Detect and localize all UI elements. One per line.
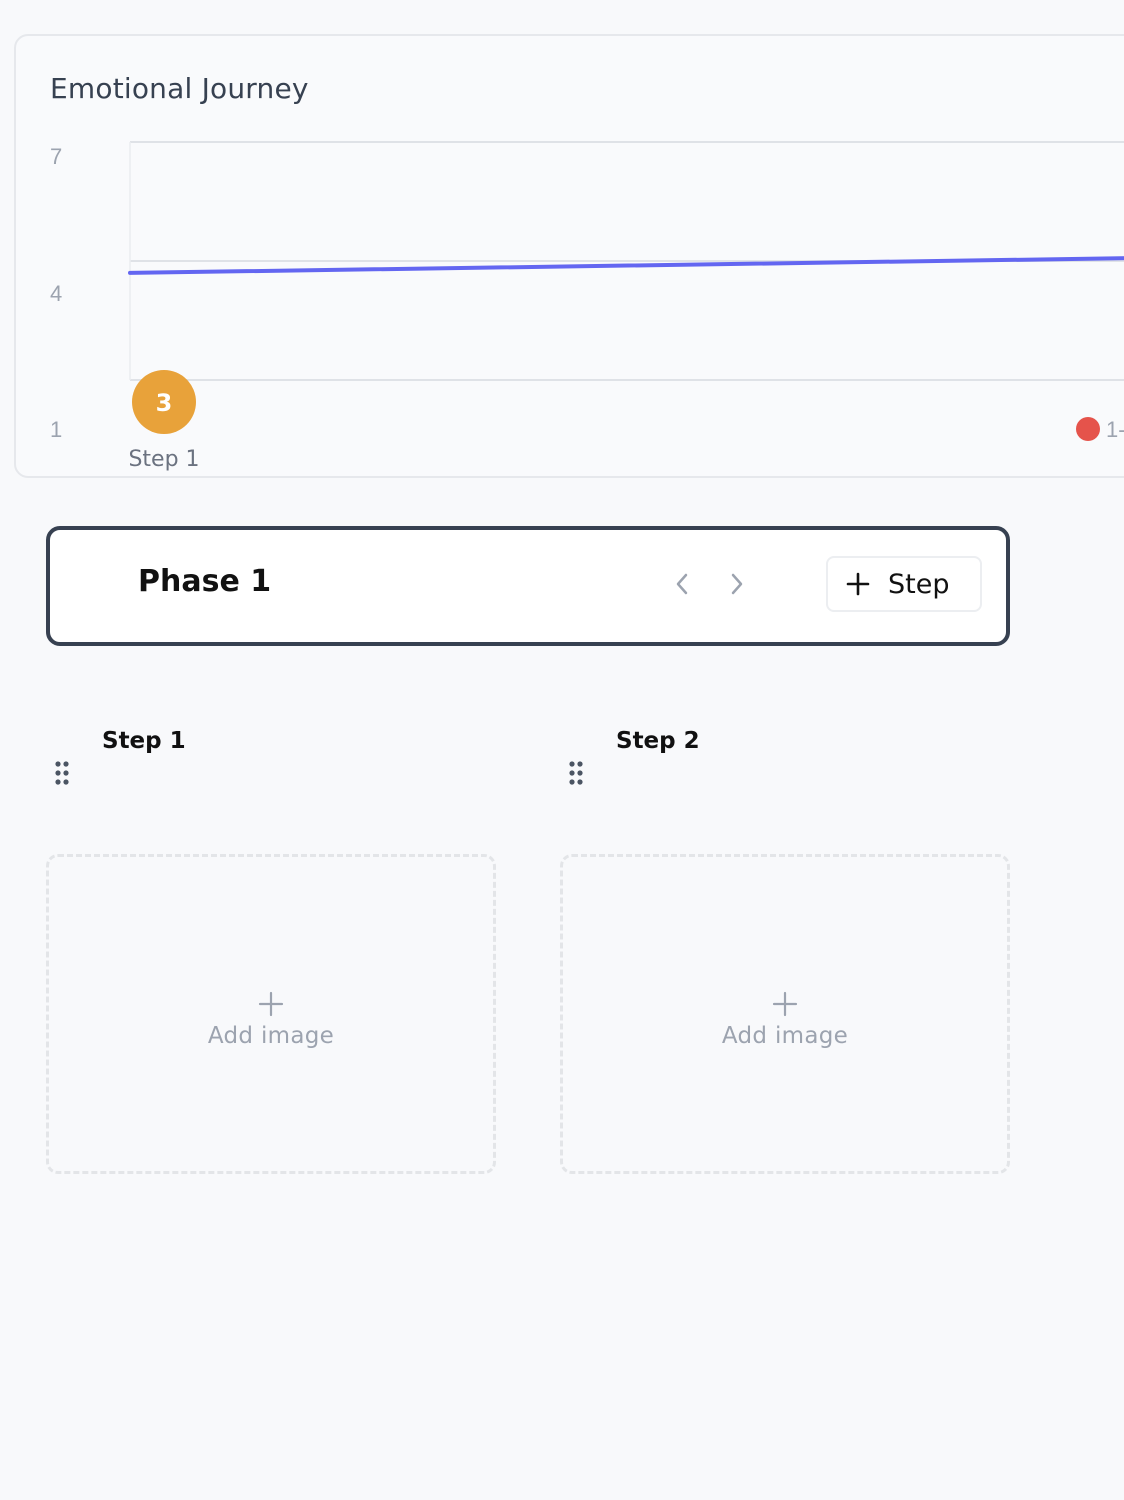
add-step-label: Step: [888, 568, 950, 600]
score-badge-label: 3: [156, 389, 173, 417]
phase-title: Phase 1: [138, 564, 272, 599]
phase-header: Phase 1 Step: [46, 526, 1010, 646]
step-title: Step 1: [102, 728, 186, 754]
plus-icon: [772, 991, 798, 1017]
add-image-dropzone[interactable]: Add image: [46, 854, 496, 1174]
emotional-journey-chart: 7 4 1 3 Step 1 1-: [50, 141, 1124, 472]
y-tick-label: 4: [50, 281, 62, 306]
y-tick-label: 7: [50, 144, 62, 169]
emotional-journey-card: Emotional Journey 7 4 1 3 Step 1 1-: [14, 34, 1124, 478]
prev-step-button[interactable]: [667, 566, 697, 602]
legend-dot: [1076, 417, 1100, 441]
chevron-left-icon: [676, 573, 688, 595]
x-category-label: Step 1: [128, 447, 199, 472]
legend-label: 1-: [1106, 417, 1124, 442]
add-image-label: Add image: [721, 1023, 849, 1049]
add-image-label: Add image: [207, 1023, 335, 1049]
drag-handle-icon[interactable]: [568, 760, 584, 790]
add-step-button[interactable]: Step: [826, 556, 982, 612]
step-title: Step 2: [616, 728, 700, 754]
chevron-right-icon: [731, 573, 743, 595]
plus-icon: [846, 572, 870, 596]
y-tick-label: 1: [50, 417, 62, 442]
plus-icon: [258, 991, 284, 1017]
next-step-button[interactable]: [722, 566, 752, 602]
add-image-dropzone[interactable]: Add image: [560, 854, 1010, 1174]
drag-handle-icon[interactable]: [54, 760, 70, 790]
